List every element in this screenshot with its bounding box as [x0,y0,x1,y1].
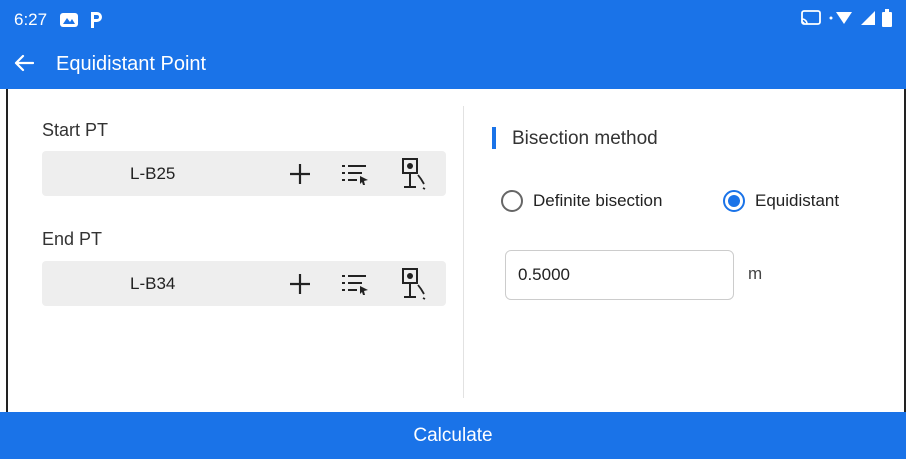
wifi-icon [828,10,854,31]
plus-icon[interactable] [283,157,317,191]
survey-point-icon[interactable] [397,267,431,301]
panel-divider [463,106,464,398]
start-pt-value: L-B25 [130,164,176,183]
frame-border-left [6,89,8,412]
end-pt-value: L-B34 [130,274,176,293]
cast-icon [800,9,822,31]
p-icon [89,11,103,29]
radio-label: Equidistant [755,191,840,210]
radio-equidistant[interactable]: Equidistant [723,190,839,212]
distance-input[interactable]: 0.5000 [505,250,734,300]
photos-icon [59,12,79,28]
radio-label: Definite bisection [533,191,663,210]
status-time: 6:27 [14,10,48,29]
section-accent-bar [492,127,496,149]
plus-icon[interactable] [283,267,317,301]
page-title: Equidistant Point [56,53,207,75]
start-pt-field[interactable]: L-B25 [42,151,446,196]
unit-label: m [748,264,763,283]
battery-icon [882,8,892,32]
app-bar: Equidistant Point [0,40,906,89]
radio-definite-bisection[interactable]: Definite bisection [501,190,662,212]
signal-icon [860,10,876,31]
arrow-left-icon[interactable] [14,52,44,78]
radio-circle[interactable] [723,190,745,212]
content-area [0,89,906,412]
status-bar: 6:27 [0,0,906,40]
start-pt-label: Start PT [42,120,109,140]
calculate-label: Calculate [413,424,493,446]
end-pt-label: End PT [42,229,103,249]
list-select-icon[interactable] [338,157,372,191]
survey-point-icon[interactable] [397,157,431,191]
end-pt-field[interactable]: L-B34 [42,261,446,306]
section-title: Bisection method [512,128,658,149]
calculate-button[interactable]: Calculate [0,412,906,459]
radio-circle[interactable] [501,190,523,212]
list-select-icon[interactable] [338,267,372,301]
status-right-icons [800,8,892,32]
